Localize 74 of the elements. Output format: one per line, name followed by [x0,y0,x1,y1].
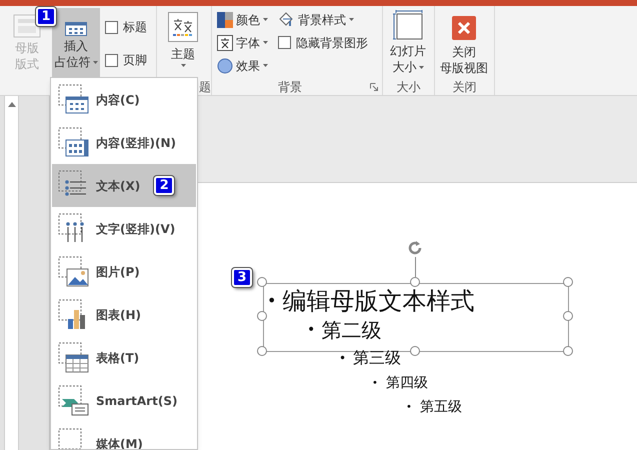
button-label: 版式 [15,56,39,72]
resize-handle[interactable] [257,277,267,287]
caret-icon [349,18,354,21]
checkbox-label: 隐藏背景图形 [296,34,368,52]
dropdown-button[interactable]: 背景样式 [278,10,354,28]
resize-handle[interactable] [257,311,267,321]
callout-badge: 1 [36,7,56,26]
bullet: • [267,290,276,312]
scrollbar[interactable] [4,96,19,450]
callout-badge: 2 [154,176,174,195]
caret-icon [263,64,268,67]
scroll-up-icon[interactable] [8,102,16,107]
theme-button[interactable]: 主题 [159,10,207,78]
caret-icon [180,64,186,67]
image-icon [58,256,90,287]
bullet: • [339,350,346,367]
resize-handle[interactable] [410,277,420,287]
table-icon [58,342,90,373]
group-label: 大小 [396,78,420,96]
caret-icon [418,66,424,68]
close-master-view-button[interactable]: 关闭 母版视图 [435,10,493,78]
button-label: 主题 [171,46,195,62]
dialog-launcher-icon[interactable] [370,82,378,90]
checkbox[interactable] [105,20,118,34]
outline-text: 第五级 [420,398,462,416]
outline-text: 编辑母版文本样式 [282,287,474,315]
background-style-icon [278,12,295,28]
button-label: 幻灯片 [390,43,426,59]
group-label: 背景 [278,78,302,96]
menu-item[interactable]: 文本(X) 2 [52,164,196,207]
insert-placeholder-button[interactable]: 插入 占位符 [52,8,100,78]
checkbox-label: 页脚 [123,52,147,69]
slide-size-button[interactable]: 幻灯片 大小 [383,10,433,78]
group-label: 关闭 [452,78,476,96]
button-label: 插入 [64,38,88,54]
bullet: • [307,320,316,340]
resize-handle[interactable] [563,311,573,321]
button-label: 占位符 [54,54,90,70]
color-swatch-icon [217,12,233,28]
outline-text: 第三级 [353,347,402,369]
dropdown-button[interactable]: 字体 [217,34,268,52]
group-label: 题 [199,78,211,96]
resize-handle[interactable] [410,346,420,356]
dropdown-button[interactable]: 颜色 [217,10,268,28]
dropdown-button[interactable]: 效果 [217,56,268,74]
callout-badge: 3 [232,268,252,287]
table-grid-icon [58,127,90,158]
close-icon [452,16,476,40]
resize-handle[interactable] [257,346,267,356]
theme-icon [168,12,198,42]
caret-icon [263,18,268,21]
button-label: 母版视图 [440,60,488,76]
smartart-icon [58,385,90,416]
bullet: • [406,400,412,414]
grid-icon [65,22,87,36]
button-label: 母版 [15,40,39,56]
caret-icon [92,60,98,64]
rotate-handle-icon[interactable] [406,239,424,257]
outline-text: 第二级 [321,317,382,344]
table-grid-icon [58,84,90,115]
caret-icon [263,41,268,44]
font-icon [217,34,233,50]
checkbox[interactable] [105,54,118,66]
outline-text: 第四级 [386,374,428,392]
button-label: 关闭 [452,44,476,60]
checkbox-label: 标题 [123,19,147,36]
slide-size-icon [393,10,423,40]
effects-icon [217,58,233,74]
resize-handle[interactable] [563,277,573,287]
resize-handle[interactable] [563,346,573,356]
layout-icon [13,14,41,38]
bullet: • [372,376,378,390]
button-label: 大小 [392,59,416,75]
checkbox[interactable] [278,36,291,49]
